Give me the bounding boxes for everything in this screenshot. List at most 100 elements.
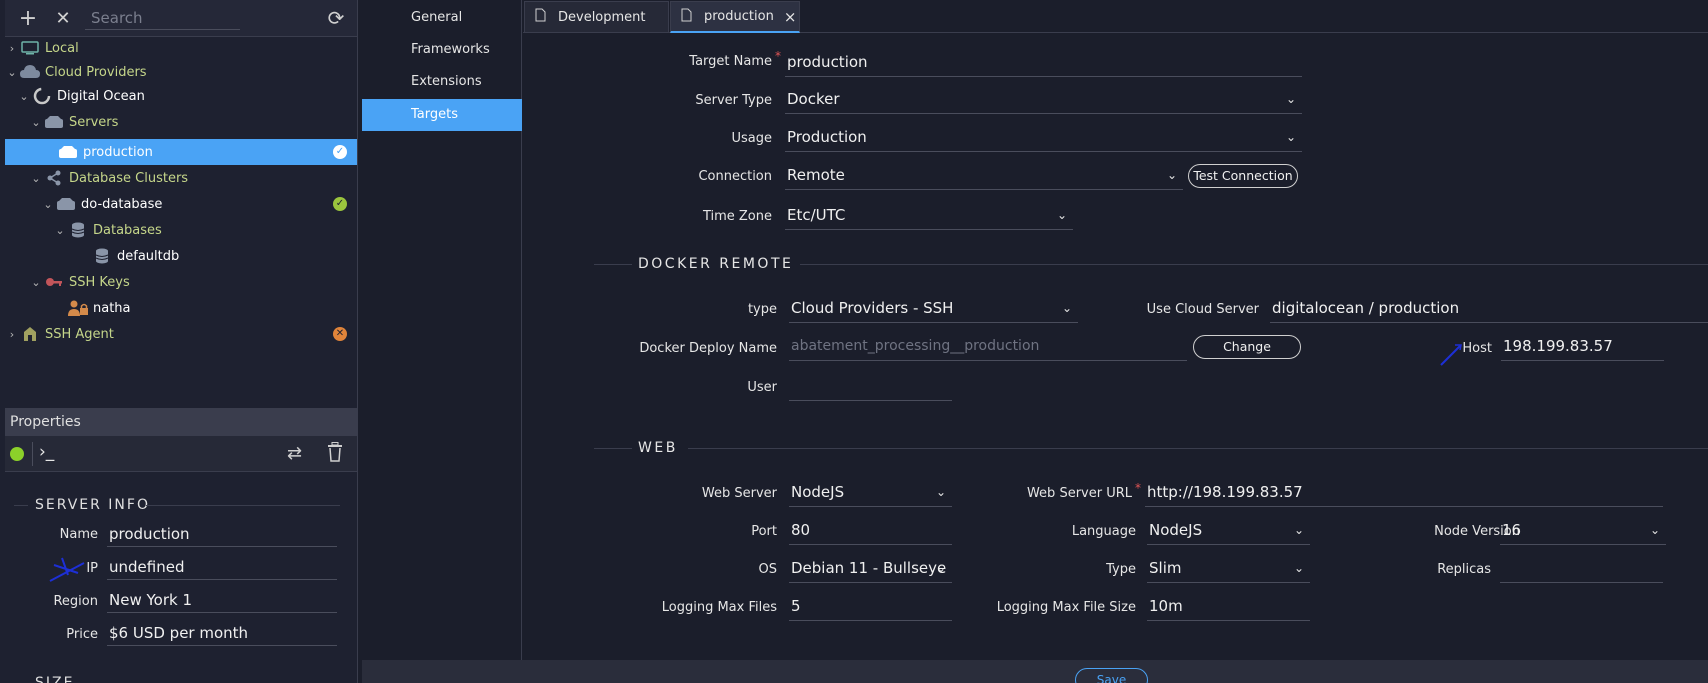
chevron-down-icon: ⌄: [1649, 523, 1660, 537]
nav-targets[interactable]: Targets: [362, 99, 522, 131]
chevron-down-icon[interactable]: ⌄: [41, 198, 55, 211]
save-button[interactable]: Save: [1075, 668, 1148, 683]
tree-item-defaultdb[interactable]: defaultdb: [5, 243, 357, 269]
chevron-down-icon[interactable]: ⌄: [17, 90, 31, 103]
nav-general[interactable]: General: [362, 2, 522, 34]
region-label: Region: [53, 594, 98, 609]
chevron-down-icon[interactable]: ⌄: [29, 116, 43, 129]
server-icon: [55, 195, 77, 213]
tree-label: SSH Agent: [45, 326, 114, 342]
target-name-input[interactable]: production: [785, 49, 1302, 77]
logging-max-file-size-label: Logging Max File Size: [996, 600, 1136, 615]
region-value: New York 1: [107, 589, 337, 613]
port-input[interactable]: 80: [789, 517, 952, 545]
web-title: WEB: [638, 440, 678, 456]
close-icon[interactable]: ✕: [50, 0, 76, 37]
repeat-icon[interactable]: ⇄: [287, 443, 302, 464]
tree-label: SSH Keys: [69, 274, 130, 290]
required-marker: *: [1135, 481, 1141, 495]
logging-max-file-size-input[interactable]: 10m: [1147, 593, 1310, 621]
tab-label: production: [704, 9, 774, 24]
tree-item-digital-ocean[interactable]: ⌄ Digital Ocean: [5, 83, 357, 109]
tree-item-ssh-keys[interactable]: ⌄ SSH Keys: [5, 269, 357, 295]
tab-development[interactable]: Development: [524, 1, 669, 33]
nav-frameworks[interactable]: Frameworks: [362, 34, 522, 66]
tree-label: Servers: [69, 114, 119, 130]
tab-label: Development: [558, 9, 646, 25]
tree-item-cloud-providers[interactable]: ⌄ Cloud Providers: [5, 59, 357, 85]
docker-type-value: Cloud Providers - SSH: [791, 299, 954, 317]
file-icon: [535, 8, 546, 26]
tree-item-do-database[interactable]: ⌄ do-database ✓: [5, 191, 357, 217]
divider: [800, 264, 1708, 265]
tree-item-natha[interactable]: natha: [5, 295, 357, 321]
os-label: OS: [758, 562, 777, 577]
language-label: Language: [1071, 524, 1136, 539]
app-window: + ✕ ⟳ › Local ⌄ Cloud Providers ⌄ Digi: [0, 0, 1708, 683]
size-title: SIZE: [35, 675, 75, 683]
host-value[interactable]: 198.199.83.57: [1501, 333, 1664, 361]
change-button[interactable]: Change: [1193, 335, 1301, 359]
divider: [688, 448, 1708, 449]
tree-item-database-clusters[interactable]: ⌄ Database Clusters: [5, 165, 357, 191]
replicas-input[interactable]: [1500, 555, 1663, 583]
tree-item-ssh-agent[interactable]: › SSH Agent ✕: [5, 321, 357, 347]
divider: [594, 264, 632, 265]
status-online-icon: [10, 447, 24, 461]
type-select[interactable]: Slim ⌄: [1147, 555, 1310, 583]
refresh-icon[interactable]: ⟳: [323, 0, 349, 37]
web-server-label: Web Server: [701, 486, 777, 501]
logging-max-files-label: Logging Max Files: [661, 600, 777, 615]
type-value: Slim: [1149, 559, 1182, 577]
usage-select[interactable]: Production ⌄: [785, 124, 1302, 152]
web-server-value: NodeJS: [791, 483, 845, 501]
search-input[interactable]: [85, 6, 240, 30]
web-server-url-input[interactable]: http://198.199.83.57: [1145, 479, 1663, 507]
chevron-right-icon[interactable]: ›: [5, 42, 19, 55]
user-input[interactable]: [789, 373, 952, 401]
language-value: NodeJS: [1149, 521, 1203, 539]
tree-label: Local: [45, 40, 79, 56]
test-connection-button[interactable]: Test Connection: [1188, 164, 1298, 188]
connection-value: Remote: [787, 166, 845, 184]
os-select[interactable]: Debian 11 - Bullseye ⌄: [789, 555, 952, 583]
ip-value: undefined: [107, 556, 337, 580]
chevron-down-icon[interactable]: ⌄: [53, 224, 67, 237]
chevron-down-icon[interactable]: ⌄: [29, 172, 43, 185]
chevron-right-icon[interactable]: ›: [5, 328, 19, 341]
chevron-down-icon: ⌄: [935, 561, 946, 575]
tab-production[interactable]: production ×: [670, 1, 800, 33]
connection-select[interactable]: Remote ⌄: [785, 162, 1183, 190]
trash-icon[interactable]: [327, 442, 343, 466]
docker-remote-title: DOCKER REMOTE: [638, 256, 794, 272]
user-label: User: [747, 380, 777, 395]
chevron-down-icon[interactable]: ⌄: [29, 276, 43, 289]
local-computer-icon: [19, 39, 41, 57]
server-info-title: SERVER INFO: [35, 497, 150, 513]
chevron-down-icon[interactable]: ⌄: [5, 66, 19, 79]
node-version-select[interactable]: 16 ⌄: [1500, 517, 1666, 545]
properties-header: Properties: [5, 408, 357, 436]
tree-item-databases[interactable]: ⌄ Databases: [5, 217, 357, 243]
web-server-url-label: Web Server URL: [1026, 486, 1132, 501]
add-icon[interactable]: +: [15, 0, 41, 37]
use-cloud-server-value[interactable]: digitalocean / production: [1270, 295, 1708, 323]
logging-max-files-input[interactable]: 5: [789, 593, 952, 621]
timezone-select[interactable]: Etc/UTC ⌄: [785, 202, 1073, 230]
deploy-name-input[interactable]: abatement_processing__production: [789, 333, 1187, 361]
tree-item-servers[interactable]: ⌄ Servers: [5, 109, 357, 135]
tree-item-production[interactable]: production ✓: [5, 139, 357, 165]
tree-label: do-database: [81, 196, 163, 212]
close-tab-icon[interactable]: ×: [784, 8, 797, 26]
chevron-down-icon: ⌄: [1293, 523, 1304, 537]
web-server-select[interactable]: NodeJS ⌄: [789, 479, 952, 507]
server-type-select[interactable]: Docker ⌄: [785, 86, 1302, 114]
nav-extensions[interactable]: Extensions: [362, 66, 522, 98]
docker-type-select[interactable]: Cloud Providers - SSH ⌄: [789, 295, 1078, 323]
tree-item-local[interactable]: › Local: [5, 35, 357, 61]
file-icon: [681, 8, 692, 26]
divider: [32, 442, 33, 466]
language-select[interactable]: NodeJS ⌄: [1147, 517, 1310, 545]
terminal-icon[interactable]: ›_: [39, 442, 54, 462]
tab-bar: Development production ×: [523, 0, 1708, 33]
